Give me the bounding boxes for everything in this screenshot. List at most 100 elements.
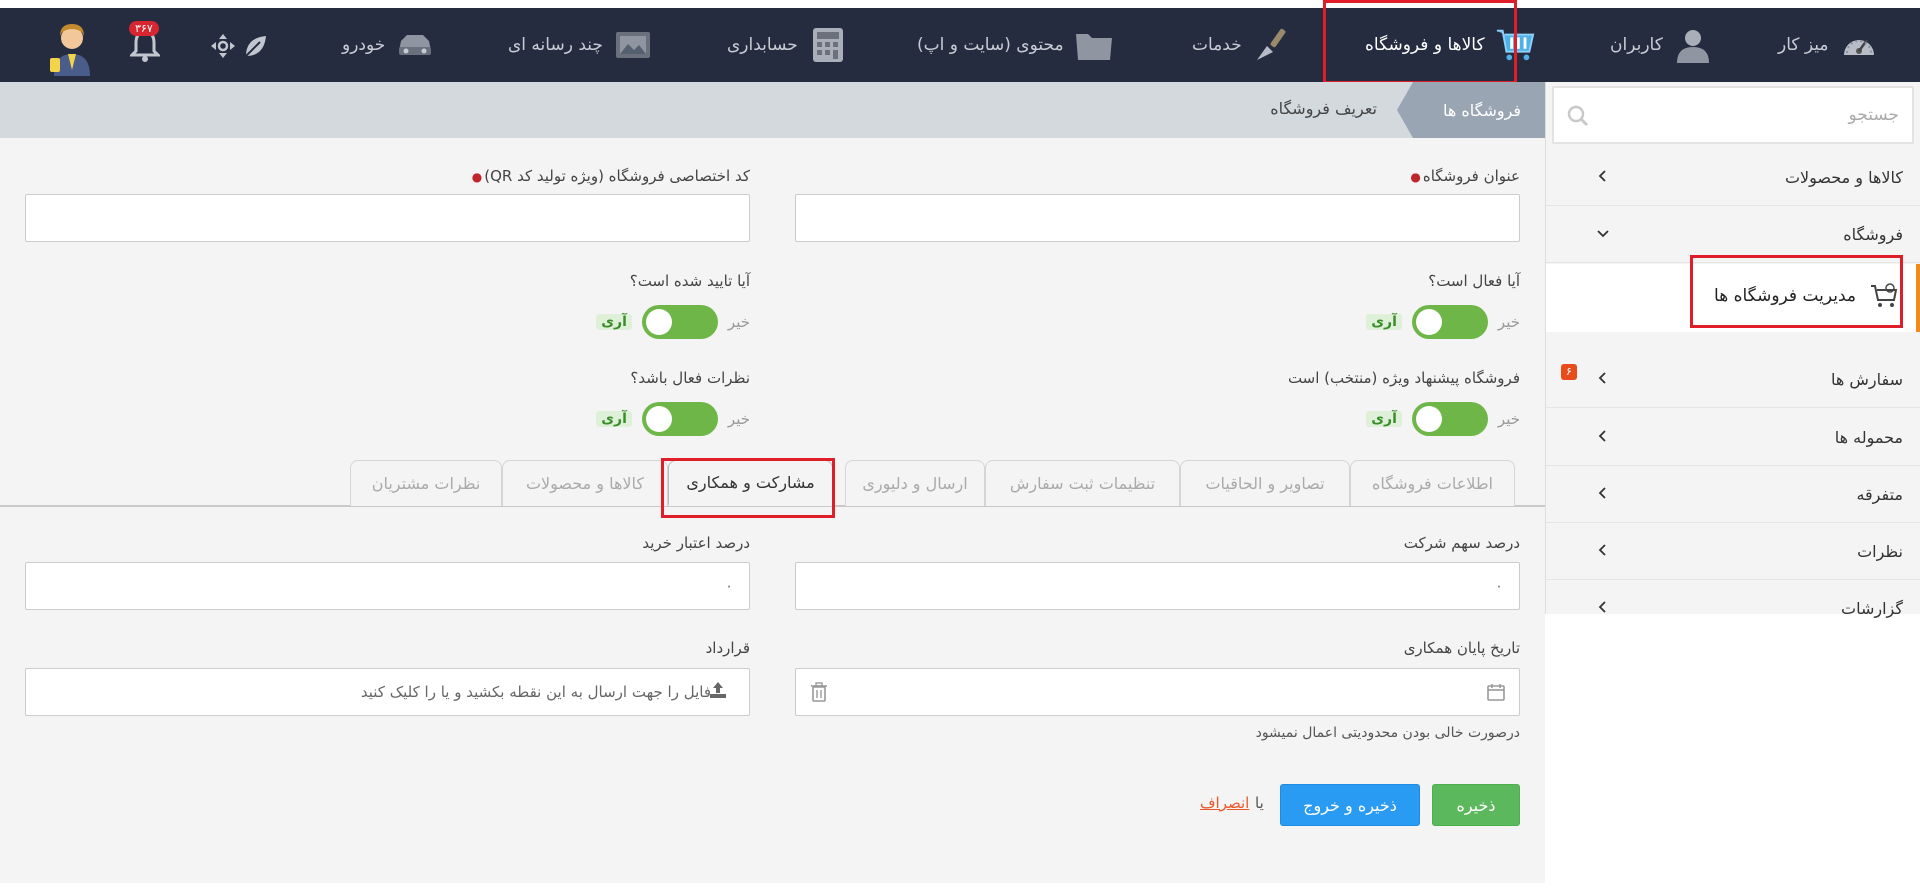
sidebar-item-reports[interactable]: گزارشات	[1546, 580, 1920, 637]
sidebar-subitem-manage-stores[interactable]: مدیریت فروشگاه ها	[1546, 264, 1920, 332]
nav-item-label: خدمات	[1192, 35, 1242, 55]
leaf-icon[interactable]	[242, 32, 270, 60]
nav-item-multimedia[interactable]: چند رسانه ای	[508, 8, 653, 82]
or-text: یا	[1255, 794, 1264, 812]
search-icon[interactable]	[1566, 104, 1590, 128]
is-featured-label: فروشگاه پیشنهاد ویژه (منتخب) است	[1287, 369, 1520, 387]
toggle-yes-label: آری	[596, 411, 632, 427]
notifications-button[interactable]: ۳۶۷	[125, 21, 165, 65]
chevron-left-icon	[1598, 544, 1606, 556]
sidebar-item-shipments[interactable]: محموله ها	[1546, 409, 1920, 466]
tab-store-info[interactable]: اطلاعات فروشگاه	[1350, 460, 1515, 506]
nav-item-label: کاربران	[1610, 35, 1663, 55]
calculator-icon	[808, 26, 848, 64]
nav-item-products-store[interactable]: کالاها و فروشگاه	[1365, 8, 1535, 82]
upload-icon	[709, 681, 727, 703]
nav-item-label: میز کار	[1778, 35, 1829, 55]
move-arrows-icon[interactable]	[208, 33, 236, 61]
tab-shipping-delivery[interactable]: ارسال و دلیوری	[845, 460, 985, 506]
search-input[interactable]	[1599, 88, 1899, 142]
save-button[interactable]: ذخیره	[1432, 784, 1520, 826]
sidebar: کالاها و محصولات فروشگاه مدیریت فروشگاه …	[1545, 82, 1920, 618]
nav-item-label: حسابداری	[727, 35, 798, 55]
chevron-left-icon	[1598, 487, 1606, 499]
nav-item-accounting[interactable]: حسابداری	[727, 8, 848, 82]
comments-active-toggle[interactable]: خیر آری	[596, 401, 750, 437]
chevron-left-icon	[1598, 601, 1606, 613]
store-title-field[interactable]	[795, 194, 1520, 242]
sidebar-item-label: گزارشات	[1841, 599, 1903, 618]
car-icon	[395, 26, 435, 64]
store-title-label-text: عنوان فروشگاه	[1422, 167, 1520, 185]
sidebar-item-comments[interactable]: نظرات	[1546, 523, 1920, 580]
contract-upload-text: فایل را جهت ارسال به این نقطه بکشید و یا…	[360, 683, 711, 701]
breadcrumb-current[interactable]: فروشگاه ها	[1413, 82, 1545, 138]
is-active-toggle[interactable]: خیر آری	[1366, 304, 1520, 340]
sidebar-item-label: فروشگاه	[1843, 224, 1903, 244]
toggle-no-label: خیر	[727, 410, 750, 428]
avatar[interactable]	[48, 18, 96, 76]
image-icon	[613, 26, 653, 64]
store-title-label: عنوان فروشگاه●	[1410, 167, 1520, 185]
is-featured-toggle[interactable]: خیر آری	[1366, 401, 1520, 437]
is-active-label: آیا فعال است؟	[1428, 272, 1520, 290]
sidebar-item-label: کالاها و محصولات	[1784, 167, 1903, 187]
toggle-switch[interactable]	[1411, 402, 1488, 436]
toggle-no-label: خیر	[1497, 410, 1520, 428]
sidebar-item-label: مدیریت فروشگاه ها	[1714, 286, 1856, 306]
nav-item-users[interactable]: کاربران	[1610, 8, 1713, 82]
chevron-left-icon	[1598, 430, 1606, 442]
nav-item-car[interactable]: خودرو	[342, 8, 435, 82]
calendar-icon[interactable]	[1487, 683, 1505, 705]
toggle-switch[interactable]	[1411, 305, 1488, 339]
nav-item-label: محتوی (سایت و اپ)	[917, 35, 1064, 55]
end-date-help: درصورت خالی بودن محدودیتی اعمال نمیشود	[1255, 725, 1520, 741]
contract-label: قرارداد	[705, 639, 750, 657]
nav-item-content[interactable]: محتوی (سایت و اپ)	[917, 8, 1114, 82]
breadcrumb-arrow	[1397, 82, 1413, 138]
tab-partnership[interactable]: مشارکت و همکاری	[668, 460, 833, 506]
sidebar-item-store[interactable]: فروشگاه	[1546, 206, 1920, 263]
sidebar-item-label: سفارش ها	[1830, 369, 1903, 389]
chevron-down-icon	[1597, 230, 1609, 238]
toggle-yes-label: آری	[1366, 411, 1402, 427]
sidebar-item-misc[interactable]: متفرقه	[1546, 466, 1920, 523]
toggle-switch[interactable]	[641, 402, 718, 436]
chevron-left-icon	[1598, 372, 1606, 384]
sidebar-item-orders[interactable]: سفارش ها ۶	[1546, 351, 1920, 408]
nav-item-label: خودرو	[342, 35, 386, 55]
toggle-no-label: خیر	[1497, 313, 1520, 331]
is-approved-toggle[interactable]: خیر آری	[596, 304, 750, 340]
purchase-credit-field[interactable]: ۰	[25, 562, 750, 610]
chevron-left-icon	[1598, 170, 1606, 182]
nav-item-services[interactable]: خدمات	[1192, 8, 1292, 82]
contract-upload-dropzone[interactable]: فایل را جهت ارسال به این نقطه بکشید و یا…	[25, 668, 750, 716]
gauge-icon	[1839, 26, 1879, 64]
company-share-field[interactable]: ۰	[795, 562, 1520, 610]
store-code-field[interactable]	[25, 194, 750, 242]
cancel-link[interactable]: انصراف	[1200, 794, 1249, 812]
user-icon	[1673, 26, 1713, 64]
tab-order-settings[interactable]: تنظیمات ثبت سفارش	[985, 460, 1180, 506]
trash-icon[interactable]	[810, 682, 828, 706]
end-date-field[interactable]	[795, 668, 1520, 716]
nav-item-label: کالاها و فروشگاه	[1365, 35, 1485, 55]
page-title: تعریف فروشگاه	[1270, 99, 1377, 118]
store-code-label: کد اختصاصی فروشگاه (ویژه تولید کد QR)●	[472, 167, 750, 185]
is-approved-label: آیا تایید شده است؟	[629, 272, 750, 290]
cart-icon	[1495, 26, 1535, 64]
required-dot: ●	[471, 170, 483, 184]
toggle-no-label: خیر	[727, 313, 750, 331]
tab-products[interactable]: کالاها و محصولات	[502, 460, 668, 506]
sidebar-item-label: متفرقه	[1856, 484, 1903, 504]
toggle-switch[interactable]	[641, 305, 718, 339]
sidebar-item-products[interactable]: کالاها و محصولات	[1546, 149, 1920, 206]
sidebar-item-label: نظرات	[1857, 541, 1903, 561]
tab-customer-comments[interactable]: نظرات مشتریان	[350, 460, 502, 506]
nav-item-dashboard[interactable]: میز کار	[1778, 8, 1879, 82]
tab-images-attachments[interactable]: تصاویر و الحاقیات	[1180, 460, 1350, 506]
save-exit-button[interactable]: ذخیره و خروج	[1280, 784, 1420, 826]
toggle-yes-label: آری	[596, 314, 632, 330]
toggle-knob	[1415, 309, 1442, 335]
sidebar-item-label: محموله ها	[1834, 427, 1903, 447]
